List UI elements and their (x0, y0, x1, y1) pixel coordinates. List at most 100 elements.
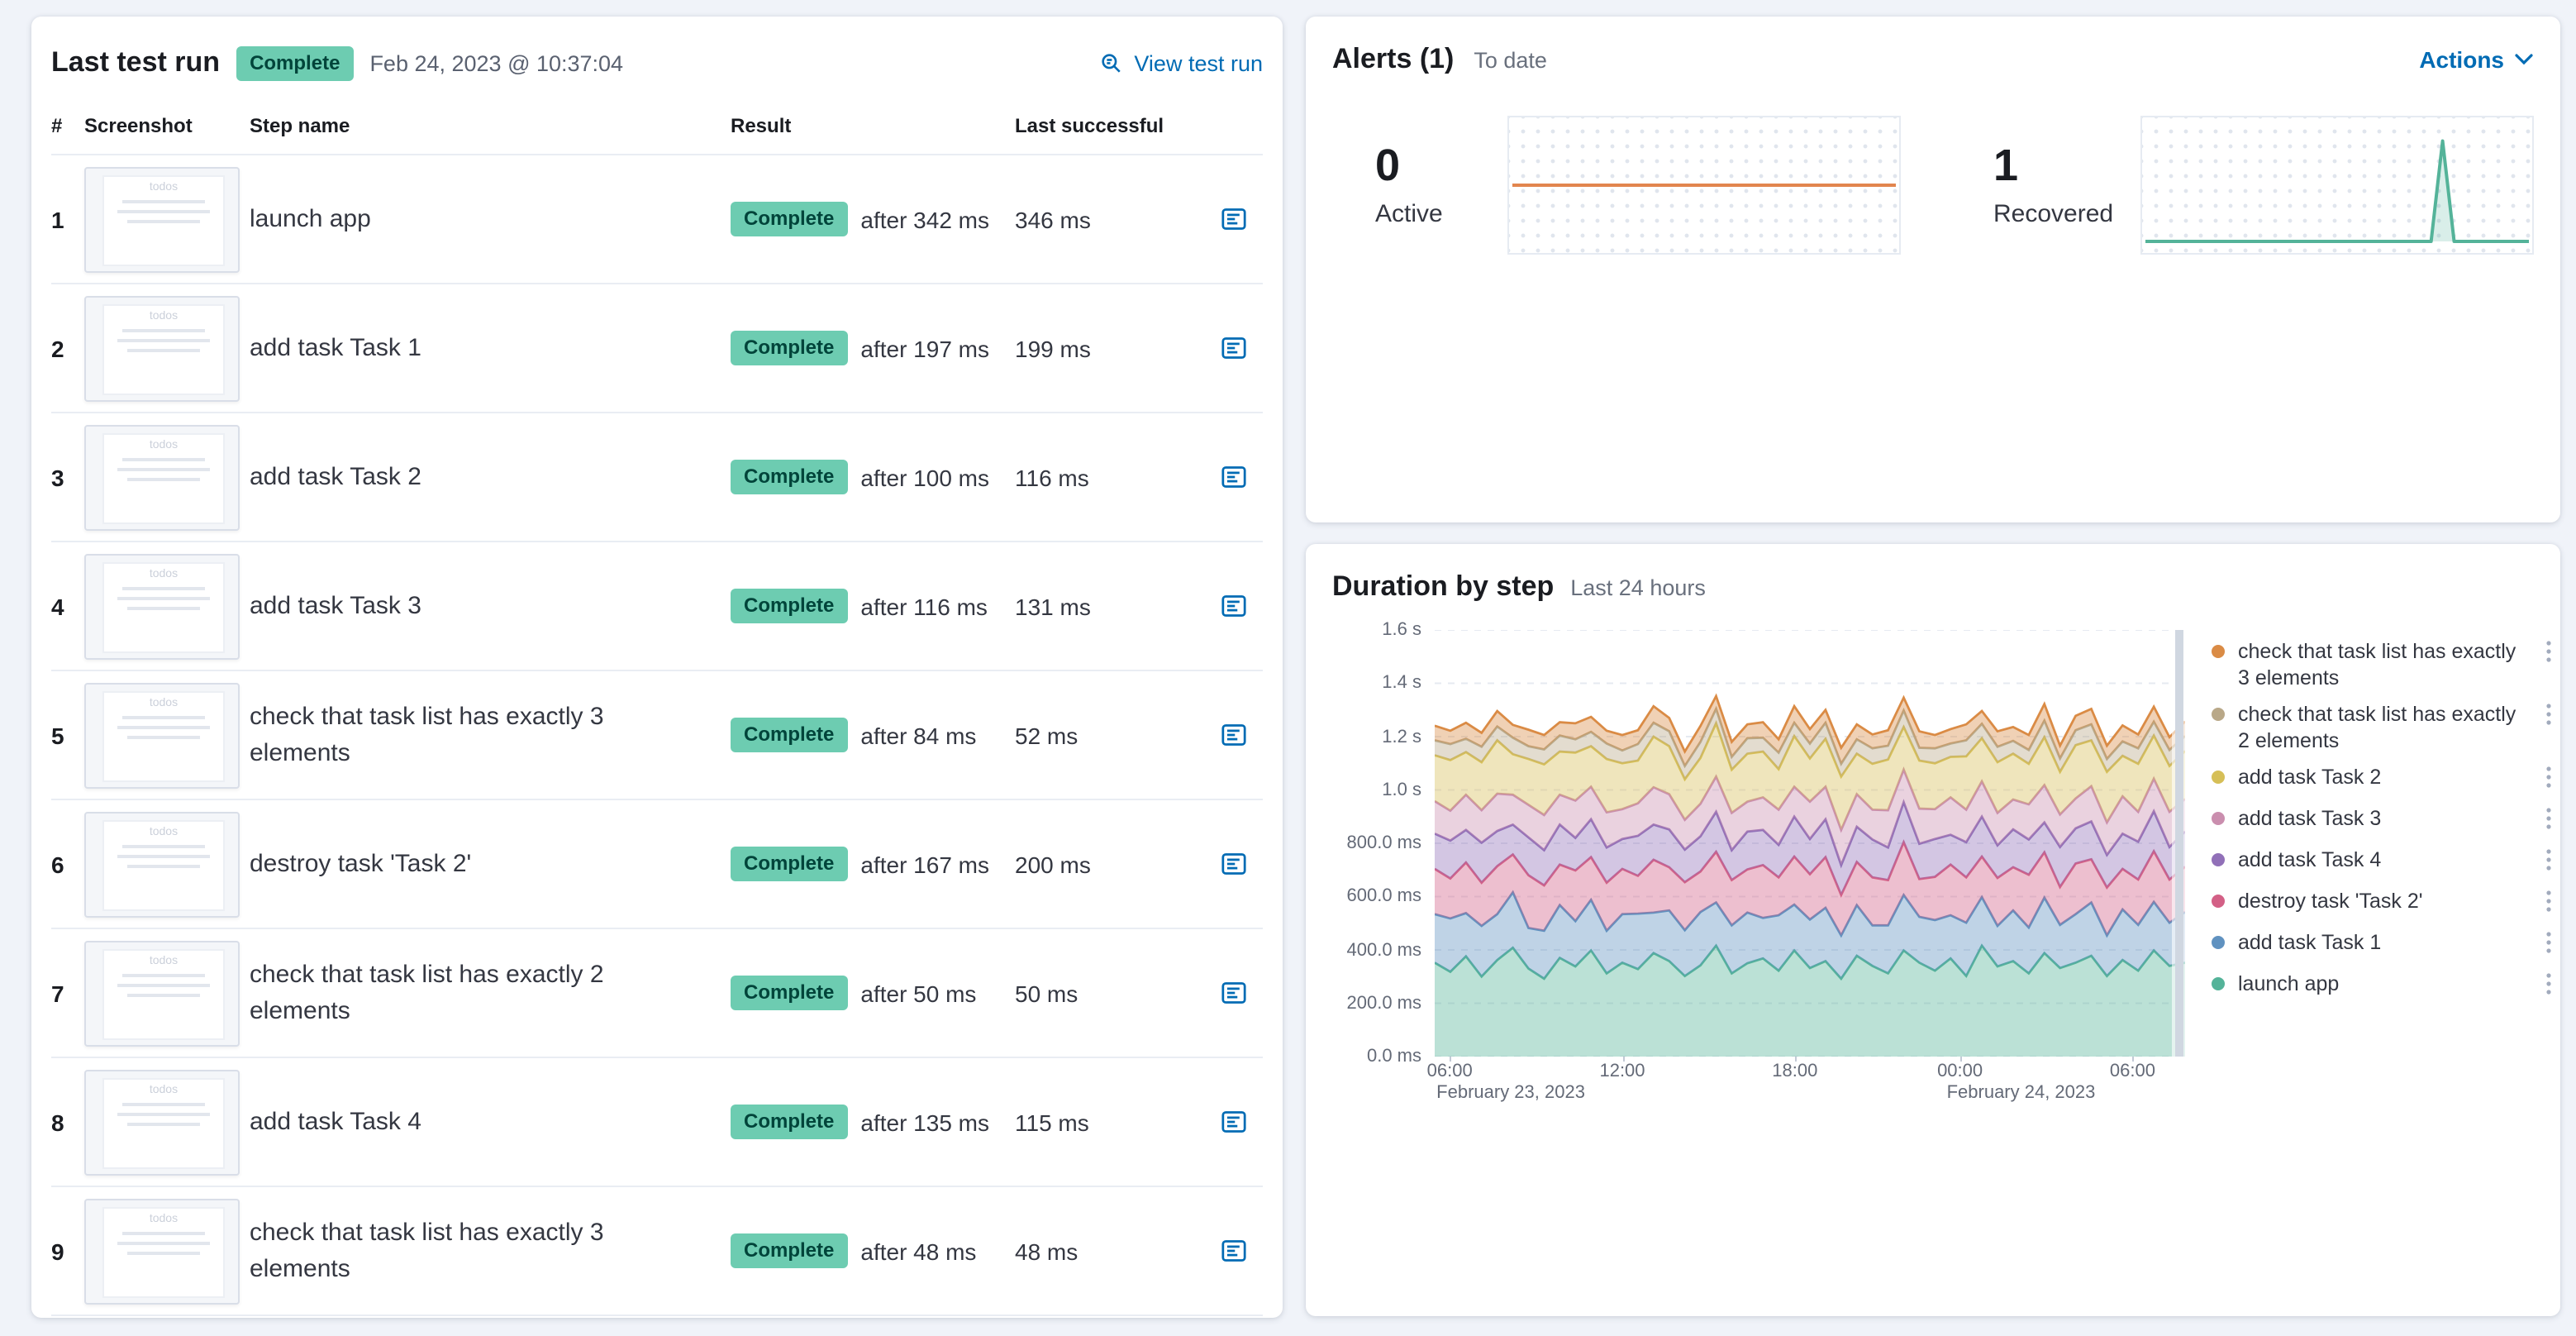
duration-chart: 0.0 ms 200.0 ms 400.0 ms 600.0 ms 800.0 ms 1.… (1332, 620, 2551, 1116)
duration-legend: check that task list has exactly 3 eleme… (2212, 630, 2555, 1116)
legend-label: add task Task 3 (2238, 807, 2382, 830)
current-time-marker (2175, 630, 2183, 1057)
step-result: Complete after 135 ms (731, 1105, 1015, 1139)
legend-dot (2212, 895, 2225, 908)
legend-item[interactable]: add task Task 2 (2212, 759, 2555, 800)
legend-item[interactable]: destroy task 'Task 2' (2212, 883, 2555, 924)
screenshot-thumbnail[interactable]: todos (84, 553, 240, 659)
legend-menu-icon[interactable] (2542, 931, 2555, 961)
step-name: check that task list has exactly 3 eleme… (250, 702, 604, 767)
y-axis-label: 1.2 s (1382, 727, 1421, 747)
step-duration: after 342 ms (860, 206, 990, 232)
screenshot-thumbnail[interactable]: todos (84, 682, 240, 788)
run-timestamp: Feb 24, 2023 @ 10:37:04 (369, 50, 624, 75)
last-test-run-header: Last test run Complete Feb 24, 2023 @ 10… (51, 38, 1263, 88)
y-axis-label: 1.6 s (1382, 620, 1421, 640)
run-status-badge: Complete (236, 45, 354, 80)
screenshot-mock: todos (102, 948, 225, 1041)
legend-item[interactable]: add task Task 1 (2212, 924, 2555, 966)
alerts-panel: Alerts (1) To date Actions 0 Active 1 Re… (1306, 17, 2560, 522)
performance-breakdown-button[interactable] (1203, 979, 1263, 1007)
view-test-run-link[interactable]: View test run (1099, 50, 1263, 75)
performance-breakdown-icon (1219, 721, 1247, 749)
x-axis-label: 18:00 (1772, 1062, 1818, 1081)
step-name: check that task list has exactly 2 eleme… (250, 960, 604, 1025)
step-number: 1 (51, 206, 64, 232)
step-name: add task Task 3 (250, 591, 421, 620)
screenshot-app-title: todos (149, 697, 179, 709)
legend-menu-icon[interactable] (2542, 807, 2555, 837)
col-screenshot: Screenshot (84, 114, 193, 137)
performance-breakdown-button[interactable] (1203, 205, 1263, 233)
performance-breakdown-button[interactable] (1203, 463, 1263, 491)
screenshot-mock: todos (102, 819, 225, 912)
step-name: destroy task 'Task 2' (250, 849, 472, 878)
alerts-body: 0 Active 1 Recovered (1375, 116, 2534, 255)
legend-label: check that task list has exactly 3 eleme… (2238, 640, 2516, 689)
steps-table-header: # Screenshot Step name Result Last succe… (51, 88, 1263, 155)
col-result: Result (731, 114, 792, 137)
duration-header: Duration by step Last 24 hours (1332, 570, 2534, 604)
y-axis-label: 200.0 ms (1346, 993, 1422, 1014)
step-status-badge: Complete (731, 976, 848, 1010)
legend-menu-icon[interactable] (2542, 972, 2555, 1002)
step-last-successful: 200 ms (1015, 851, 1091, 877)
legend-label: launch app (2238, 972, 2340, 995)
performance-breakdown-button[interactable] (1203, 721, 1263, 749)
legend-item[interactable]: add task Task 4 (2212, 842, 2555, 883)
legend-menu-icon[interactable] (2542, 703, 2555, 732)
step-last-successful: 346 ms (1015, 206, 1091, 232)
x-axis-label: 12:00 (1599, 1062, 1645, 1081)
y-axis-label: 800.0 ms (1346, 833, 1422, 853)
alerts-actions-button[interactable]: Actions (2419, 46, 2534, 73)
legend-item[interactable]: launch app (2212, 966, 2555, 1007)
performance-breakdown-button[interactable] (1203, 592, 1263, 620)
legend-dot (2212, 771, 2225, 784)
screenshot-thumbnail[interactable]: todos (84, 424, 240, 530)
step-number: 9 (51, 1238, 64, 1264)
view-test-run-label: View test run (1134, 50, 1263, 75)
step-screenshot-cell: todos (84, 295, 250, 401)
performance-breakdown-icon (1219, 205, 1247, 233)
legend-menu-icon[interactable] (2542, 848, 2555, 878)
legend-item[interactable]: check that task list has exactly 2 eleme… (2212, 696, 2555, 759)
x-axis-label: 06:00 (1426, 1062, 1473, 1081)
step-number: 7 (51, 980, 64, 1006)
col-num: # (51, 114, 63, 137)
screenshot-app-title: todos (149, 568, 179, 580)
legend-item[interactable]: add task Task 3 (2212, 800, 2555, 842)
recovered-alerts-label: Recovered (1993, 200, 2114, 229)
performance-breakdown-button[interactable] (1203, 850, 1263, 878)
screenshot-thumbnail[interactable]: todos (84, 166, 240, 272)
step-row: 5 todos check that task list has exactly… (51, 671, 1263, 800)
performance-breakdown-button[interactable] (1203, 334, 1263, 362)
step-row: 3 todos add task Task 2 Complete after 1… (51, 413, 1263, 542)
step-number: 4 (51, 593, 64, 619)
step-result: Complete after 50 ms (731, 976, 1015, 1010)
last-test-run-panel: Last test run Complete Feb 24, 2023 @ 10… (31, 17, 1283, 1318)
performance-breakdown-icon (1219, 850, 1247, 878)
y-axis-label: 600.0 ms (1346, 886, 1422, 907)
screenshot-thumbnail[interactable]: todos (84, 1069, 240, 1175)
legend-item[interactable]: check that task list has exactly 3 eleme… (2212, 633, 2555, 696)
x-axis-label: 06:00 (2109, 1062, 2155, 1081)
step-result: Complete after 48 ms (731, 1233, 1015, 1268)
chevron-down-icon (2514, 53, 2534, 66)
step-row: 6 todos destroy task 'Task 2' Complete a… (51, 800, 1263, 929)
screenshot-thumbnail[interactable]: todos (84, 295, 240, 401)
step-screenshot-cell: todos (84, 1198, 250, 1304)
legend-dot (2212, 812, 2225, 825)
performance-breakdown-button[interactable] (1203, 1108, 1263, 1136)
legend-menu-icon[interactable] (2542, 640, 2555, 670)
screenshot-thumbnail[interactable]: todos (84, 940, 240, 1046)
screenshot-thumbnail[interactable]: todos (84, 1198, 240, 1304)
step-status-badge: Complete (731, 331, 848, 365)
step-status-badge: Complete (731, 460, 848, 494)
screenshot-app-title: todos (149, 439, 179, 451)
screenshot-thumbnail[interactable]: todos (84, 811, 240, 917)
legend-menu-icon[interactable] (2542, 890, 2555, 919)
legend-menu-icon[interactable] (2542, 766, 2555, 795)
step-result: Complete after 84 ms (731, 718, 1015, 752)
step-duration: after 84 ms (860, 722, 977, 748)
performance-breakdown-button[interactable] (1203, 1237, 1263, 1265)
